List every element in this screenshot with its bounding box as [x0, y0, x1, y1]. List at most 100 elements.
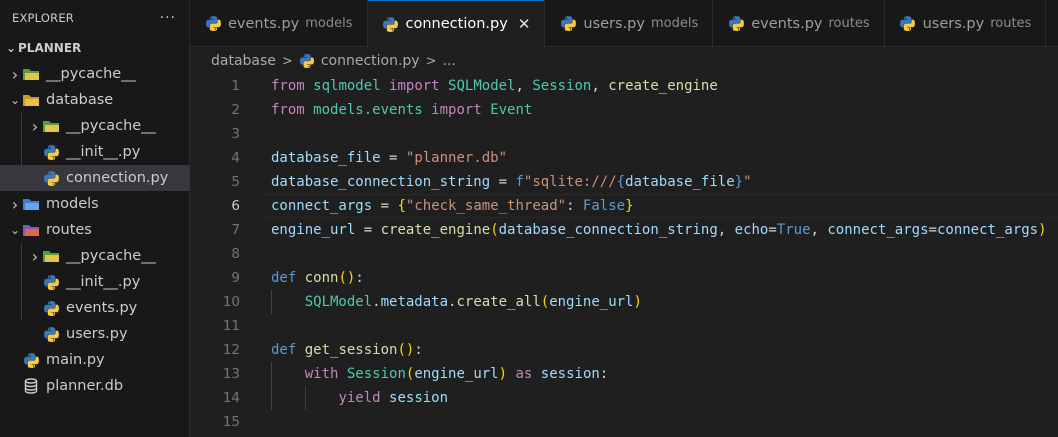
tree-file-planner-db[interactable]: planner.db: [0, 373, 190, 399]
breadcrumb: database > connection.py > ...: [211, 50, 456, 72]
code-line[interactable]: 14 yield session: [190, 386, 448, 410]
tree-folder-database[interactable]: ⌄ database: [0, 87, 190, 113]
code-text: connect_args = {"check_same_thread": Fal…: [271, 198, 634, 214]
line-number: 1: [231, 78, 240, 94]
tree-item-label: models: [46, 196, 99, 212]
code-line[interactable]: 8: [190, 242, 240, 266]
code-text: def conn():: [271, 270, 364, 286]
tab-label: events.py: [228, 15, 300, 32]
code-line[interactable]: 6 connect_args = {"check_same_thread": Fa…: [190, 194, 633, 218]
editor-tab-bar: events.py models connection.py ✕ users.py mod…: [190, 0, 1058, 47]
code-line[interactable]: 3: [190, 122, 240, 146]
tree-item-label: routes: [46, 222, 92, 238]
line-number: 11: [222, 318, 240, 334]
chevron-down-icon: ⌄: [9, 223, 21, 237]
more-actions-icon[interactable]: ···: [160, 10, 176, 26]
line-number: 12: [222, 342, 240, 358]
line-number: 9: [231, 270, 240, 286]
chevron-right-icon: ›: [31, 246, 39, 266]
chevron-right-icon: ›: [31, 116, 39, 136]
indent-guide: [271, 290, 272, 314]
python-icon: [559, 15, 577, 33]
tree-folder-routes[interactable]: ⌄ routes: [0, 217, 190, 243]
code-line[interactable]: 4 database_file = "planner.db": [190, 146, 507, 170]
database-folder-icon: [22, 91, 40, 109]
breadcrumb-file[interactable]: connection.py: [321, 53, 420, 69]
python-icon: [299, 53, 315, 69]
tab-description: models: [650, 16, 699, 31]
tree-folder-pycache[interactable]: › __pycache__: [0, 61, 190, 87]
code-line[interactable]: 9 def conn():: [190, 266, 363, 290]
tree-item-label: __init__.py: [66, 274, 141, 290]
tree-item-label: __pycache__: [66, 118, 156, 134]
python-icon: [42, 325, 60, 343]
pycache-folder-icon: [22, 65, 40, 83]
tab-events-models[interactable]: events.py models: [190, 0, 368, 47]
tree-item-label: users.py: [66, 326, 128, 342]
tree-item-label: __init__.py: [66, 144, 141, 160]
close-icon[interactable]: ✕: [518, 15, 531, 33]
chevron-right-icon: ›: [11, 194, 19, 214]
tab-users-routes[interactable]: users.py routes: [885, 0, 1047, 47]
line-number: 15: [222, 414, 240, 430]
line-number: 14: [222, 390, 240, 406]
code-line[interactable]: 7 engine_url = create_engine(database_con…: [190, 218, 1046, 242]
tree-item-label: database: [46, 92, 114, 108]
line-number: 7: [231, 222, 240, 238]
code-text: def get_session():: [271, 342, 423, 358]
code-line[interactable]: 5 database_connection_string = f"sqlite:/…: [190, 170, 751, 194]
pycache-folder-icon: [42, 247, 60, 265]
breadcrumb-folder[interactable]: database: [211, 53, 276, 69]
tab-connection[interactable]: connection.py ✕: [367, 0, 546, 47]
code-line[interactable]: 11: [190, 314, 240, 338]
tree-folder-pycache[interactable]: › __pycache__: [0, 113, 190, 139]
tree-item-label: planner.db: [46, 378, 124, 394]
code-text: engine_url = create_engine(database_conn…: [271, 222, 1047, 238]
explorer-sidebar: EXPLORER ··· ⌄ PLANNER › __pycache__ ⌄ data…: [0, 0, 190, 437]
line-number: 4: [231, 150, 240, 166]
code-text: from models.events import Event: [271, 102, 533, 118]
tab-description: routes: [828, 16, 870, 31]
tree-file-main-py[interactable]: main.py: [0, 347, 190, 373]
code-line[interactable]: 10 SQLModel.metadata.create_all(engine_u…: [190, 290, 642, 314]
tab-events-routes[interactable]: events.py routes: [713, 0, 885, 47]
python-icon: [727, 15, 745, 33]
database-icon: [22, 377, 40, 395]
line-number: 8: [231, 246, 240, 262]
tree-item-label: main.py: [46, 352, 105, 368]
tree-indent-guide: [21, 243, 22, 321]
tree-file-connection-py[interactable]: connection.py: [0, 165, 190, 191]
code-line[interactable]: 2 from models.events import Event: [190, 98, 532, 122]
code-line[interactable]: 15: [190, 410, 240, 434]
tab-users-models[interactable]: users.py models: [545, 0, 714, 47]
code-text: SQLModel.metadata.create_all(engine_url): [304, 294, 642, 310]
breadcrumb-separator: >: [425, 53, 437, 69]
python-icon: [42, 169, 60, 187]
python-icon: [42, 299, 60, 317]
line-number: 13: [222, 366, 240, 382]
tree-file-init-py[interactable]: __init__.py: [0, 269, 190, 295]
tree-file-events-py[interactable]: events.py: [0, 295, 190, 321]
breadcrumb-symbols[interactable]: ...: [443, 53, 456, 69]
explorer-title: EXPLORER: [12, 10, 74, 25]
breadcrumb-separator: >: [281, 53, 293, 69]
pycache-folder-icon: [42, 117, 60, 135]
code-editor[interactable]: 1 from sqlmodel import SQLModel, Session,…: [190, 72, 1058, 437]
code-line[interactable]: 12 def get_session():: [190, 338, 423, 362]
tree-folder-pycache[interactable]: › __pycache__: [0, 243, 190, 269]
code-line[interactable]: 1 from sqlmodel import SQLModel, Session,…: [190, 74, 717, 98]
code-text: from sqlmodel import SQLModel, Session, …: [271, 78, 718, 94]
code-text: with Session(engine_url) as session:: [304, 366, 609, 382]
line-number: 6: [231, 198, 240, 214]
tree-file-init-py[interactable]: __init__.py: [0, 139, 190, 165]
python-icon: [204, 15, 222, 33]
code-text: yield session: [338, 390, 449, 406]
tree-file-users-py[interactable]: users.py: [0, 321, 190, 347]
tree-item-label: __pycache__: [66, 248, 156, 264]
tree-folder-models[interactable]: › models: [0, 191, 190, 217]
workspace-root[interactable]: ⌄ PLANNER: [0, 35, 190, 61]
code-text: database_connection_string = f"sqlite://…: [271, 174, 752, 190]
routes-folder-icon: [22, 221, 40, 239]
chevron-right-icon: ›: [11, 64, 19, 84]
code-line[interactable]: 13 with Session(engine_url) as session:: [190, 362, 608, 386]
